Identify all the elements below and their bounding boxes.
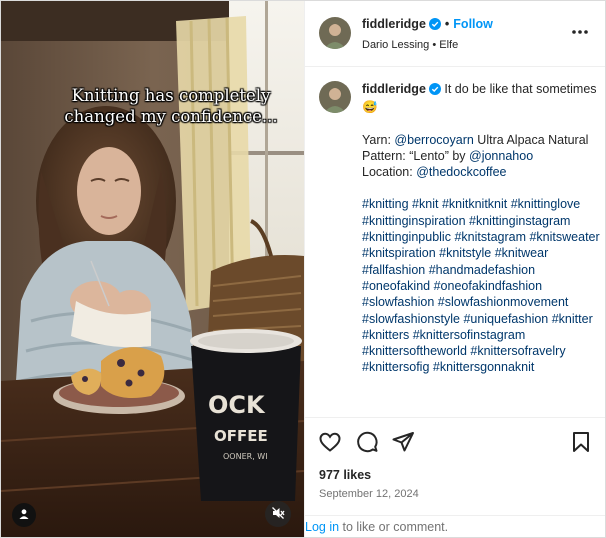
hashtag-link[interactable]: #oneofakind (362, 279, 430, 293)
hashtag-link[interactable]: #knitters (362, 328, 409, 342)
caption-username[interactable]: fiddleridge (362, 82, 426, 96)
hashtag-link[interactable]: #oneofakindfashion (434, 279, 542, 293)
post-actions-section: 977 likes September 12, 2024 Log in to l… (305, 417, 605, 537)
hashtag-link[interactable]: #knittersoftheworld (362, 344, 467, 358)
like-button[interactable] (318, 430, 342, 454)
comments-area[interactable]: fiddleridge It do be like that sometimes… (305, 67, 605, 417)
like-count[interactable]: 977 likes (319, 468, 371, 482)
caption-author-avatar[interactable] (319, 81, 351, 113)
paper-plane-icon (391, 432, 415, 457)
yarn-label: Yarn: (362, 132, 395, 147)
comment-button[interactable] (355, 430, 379, 454)
video-overlay-text: Knitting has completely changed my confi… (64, 86, 278, 126)
post-dialog: OCK OFFEE OONER, WI Knitting has complet… (0, 0, 606, 538)
hashtag-link[interactable]: #knitknitknit (442, 197, 507, 211)
hashtag-link[interactable]: #knitsweater (529, 230, 599, 244)
location-mention-link[interactable]: @thedockcoffee (416, 165, 506, 179)
hashtag-list: #knitting #knit #knitknitknit #knittingl… (362, 196, 602, 375)
hashtag-link[interactable]: #knitstagram (454, 230, 526, 244)
hashtag-link[interactable]: #handmadefashion (429, 263, 535, 277)
mute-button[interactable] (265, 501, 291, 527)
post-caption: fiddleridge It do be like that sometimes… (362, 81, 602, 376)
hashtag-link[interactable]: #knitspiration (362, 246, 436, 260)
yarn-name: Ultra Alpaca Natural (473, 132, 589, 147)
verified-badge-icon (428, 18, 441, 33)
hashtag-link[interactable]: #knittersofinstagram (413, 328, 526, 342)
location-label: Location: (362, 165, 417, 180)
hashtag-link[interactable]: #slowfashionmovement (438, 295, 569, 309)
hashtag-link[interactable]: #knitting (362, 197, 409, 211)
header-username[interactable]: fiddleridge (362, 17, 426, 31)
more-options-button[interactable] (570, 25, 590, 39)
post-header: fiddleridge • Follow Dario Lessing • Elfe (305, 1, 605, 67)
user-tags-button[interactable] (12, 503, 36, 527)
caption-details: Yarn: @berrocoyarn Ultra Alpaca Natural … (362, 132, 602, 181)
heart-icon (318, 432, 342, 457)
hashtag-link[interactable]: #knitwear (495, 246, 549, 260)
audio-artist: Dario Lessing (362, 39, 430, 51)
audio-muted-icon (271, 506, 285, 523)
hashtag-link[interactable]: #uniquefashion (463, 312, 548, 326)
hashtag-link[interactable]: #slowfashionstyle (362, 312, 460, 326)
more-horizontal-icon (570, 28, 590, 42)
audio-separator: • (432, 39, 437, 51)
hashtag-link[interactable]: #knittinglove (511, 197, 581, 211)
header-separator: • (444, 17, 450, 31)
hashtag-link[interactable]: #knitstyle (439, 246, 491, 260)
hashtag-link[interactable]: #knittinginpublic (362, 230, 451, 244)
hashtag-link[interactable]: #slowfashion (362, 295, 434, 309)
user-tag-icon (18, 508, 30, 523)
hashtag-link[interactable]: #knittersofig (362, 360, 429, 374)
cup-brand-text-2: OFFEE (214, 427, 268, 445)
hashtag-link[interactable]: #fallfashion (362, 263, 425, 277)
follow-button[interactable]: Follow (453, 17, 493, 31)
comment-bubble-icon (355, 431, 379, 457)
cup-brand-text-1: OCK (208, 391, 266, 419)
author-avatar[interactable] (319, 17, 351, 49)
login-link[interactable]: Log in (305, 520, 339, 534)
login-prompt-text: to like or comment. (339, 520, 449, 534)
pattern-mention-link[interactable]: @jonnahoo (469, 149, 533, 163)
hashtag-link[interactable]: #knitter (552, 312, 593, 326)
share-button[interactable] (391, 430, 415, 454)
hashtag-link[interactable]: #knittinginspiration (362, 214, 466, 228)
cup-brand-text-3: OONER, WI (223, 452, 268, 461)
hashtag-link[interactable]: #knittinginstagram (469, 214, 570, 228)
hashtag-link[interactable]: #knittersgonnaknit (433, 360, 534, 374)
yarn-mention-link[interactable]: @berrocoyarn (394, 133, 473, 147)
login-prompt: Log in to like or comment. (305, 515, 605, 537)
pattern-label: Pattern: “Lento” by (362, 148, 470, 163)
audio-title: Elfe (439, 39, 459, 51)
verified-badge-icon (428, 83, 441, 99)
audio-attribution[interactable]: Dario Lessing • Elfe (362, 39, 458, 51)
video-frame: OCK OFFEE OONER, WI (1, 1, 304, 537)
post-date[interactable]: September 12, 2024 (319, 488, 419, 500)
bookmark-icon (569, 432, 593, 457)
hashtag-link[interactable]: #knittersofravelry (470, 344, 565, 358)
hashtag-link[interactable]: #knit (412, 197, 438, 211)
post-side-panel: fiddleridge • Follow Dario Lessing • Elfe (304, 1, 605, 537)
header-author-line: fiddleridge • Follow (362, 17, 493, 33)
post-video[interactable]: OCK OFFEE OONER, WI Knitting has complet… (1, 1, 304, 537)
save-button[interactable] (569, 430, 593, 454)
